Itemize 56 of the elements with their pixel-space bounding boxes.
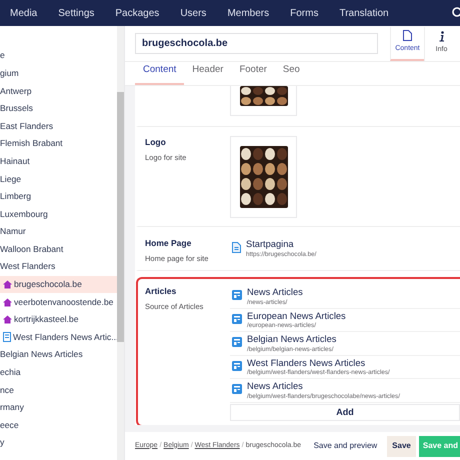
nav-item[interactable]: Users: [172, 6, 214, 20]
item-title: News Articles: [247, 381, 304, 392]
item-title: News Articles: [247, 287, 303, 298]
tree-item[interactable]: nce: [0, 381, 117, 399]
tab[interactable]: Seo: [274, 62, 308, 85]
tab[interactable]: Footer: [231, 62, 275, 85]
document-icon: [232, 242, 241, 253]
tree-item[interactable]: Liege: [0, 170, 117, 188]
list-icon: [232, 314, 242, 324]
property-label: Articles: [145, 285, 178, 298]
tree-item[interactable]: e: [0, 47, 117, 65]
tree-item[interactable]: Hainaut: [0, 152, 117, 170]
list-icon: [232, 360, 242, 371]
tree-item[interactable]: gium: [0, 64, 117, 82]
list-icon: [232, 337, 242, 348]
tree-item[interactable]: Luxembourg: [0, 205, 117, 223]
tree-item[interactable]: Namur: [0, 222, 117, 241]
preview-button[interactable]: Save and preview: [308, 436, 382, 456]
tree-item[interactable]: Flemish Brabant: [0, 134, 117, 153]
item-title: Belgian News Articles: [247, 334, 336, 345]
nav-item[interactable]: Forms: [282, 6, 326, 20]
tree-item[interactable]: kortrijkkasteel.be: [0, 310, 117, 328]
document-icon: [3, 332, 11, 342]
nav-item[interactable]: Media: [2, 6, 46, 20]
tree-item[interactable]: rmany: [0, 398, 117, 416]
tree-item[interactable]: echia: [0, 364, 117, 382]
tree-item[interactable]: Belgian News Articles: [0, 346, 117, 364]
property-label: Logo: [145, 136, 167, 149]
tree-item[interactable]: Antwerp: [0, 82, 117, 100]
list-icon: [232, 384, 242, 394]
save-button[interactable]: Save: [387, 436, 416, 456]
scrollbar[interactable]: [117, 26, 124, 460]
tree-item[interactable]: West Flanders: [0, 258, 117, 276]
tree-item[interactable]: West Flanders News Artic...: [0, 328, 117, 346]
item-title: West Flanders News Articles: [247, 358, 366, 368]
tree-item[interactable]: y: [0, 434, 117, 452]
add-button[interactable]: Add: [230, 404, 460, 421]
list-icon: [232, 290, 242, 300]
name-field[interactable]: brugeschocola.be: [135, 33, 378, 54]
tree-item[interactable]: Limberg: [0, 188, 117, 206]
property-label: Home Page: [145, 237, 192, 250]
tree-item[interactable]: veerbotenvanoostende.be: [0, 293, 117, 311]
tree-item[interactable]: eece: [0, 416, 117, 434]
tree-item[interactable]: Walloon Brabant: [0, 240, 117, 258]
tree-item[interactable]: East Flanders: [0, 117, 117, 135]
nav-item[interactable]: Members: [219, 6, 278, 20]
tree-item[interactable]: Brussels: [0, 100, 117, 118]
item-title: Startpagina: [246, 239, 295, 250]
nav-item[interactable]: Settings: [50, 6, 102, 20]
nav-item[interactable]: Translation: [331, 6, 397, 20]
tab[interactable]: Header: [184, 62, 232, 85]
tree-item[interactable]: brugeschocola.be: [0, 276, 117, 294]
document-icon: [403, 30, 412, 42]
item-title: European News Articles: [247, 310, 346, 322]
info-icon: [438, 31, 445, 42]
nav-item[interactable]: Packages: [107, 6, 168, 20]
